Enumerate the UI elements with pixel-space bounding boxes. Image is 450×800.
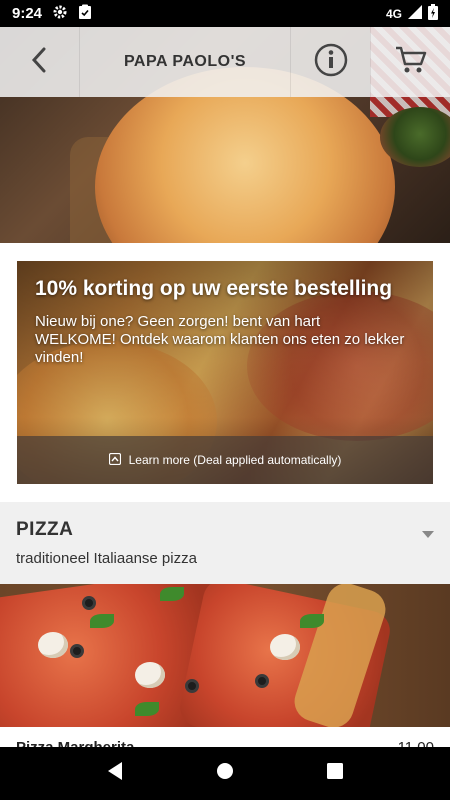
circle-home-icon (216, 762, 234, 785)
learn-more-label: Learn more (Deal applied automatically) (128, 453, 342, 467)
signal-icon (408, 5, 422, 22)
status-bar: 9:24 4G (0, 0, 450, 27)
promo-card[interactable]: 10% korting op uw eerste bestelling Nieu… (17, 261, 433, 484)
category-title: PIZZA (16, 519, 74, 540)
nav-home-button[interactable] (205, 754, 245, 794)
cart-icon (395, 45, 427, 80)
category-image (0, 584, 450, 727)
menu-item-price: 11,00 (398, 739, 434, 747)
promo-title: 10% korting op uw eerste bestelling (35, 277, 393, 300)
menu-item-name: Pizza Margherita (16, 739, 134, 747)
status-time: 9:24 (12, 5, 43, 22)
battery-charging-icon (428, 4, 438, 23)
nav-back-button[interactable] (95, 754, 135, 794)
restaurant-hero-image: PAPA PAOLO'S (0, 27, 450, 243)
settings-gear-icon (52, 4, 68, 24)
back-arrow-icon (30, 47, 50, 78)
triangle-back-icon (106, 761, 124, 786)
nav-recents-button[interactable] (315, 754, 355, 794)
back-button[interactable] (0, 27, 80, 97)
menu-item-row[interactable]: Pizza Margherita 11,00 (0, 727, 450, 747)
system-nav-bar (0, 747, 450, 800)
top-toolbar: PAPA PAOLO'S (0, 27, 450, 97)
network-type-label: 4G (385, 6, 402, 21)
info-button[interactable] (290, 27, 370, 97)
learn-more-button[interactable]: Learn more (Deal applied automatically) (17, 436, 433, 484)
square-recents-icon (327, 763, 343, 784)
cart-button[interactable] (370, 27, 450, 97)
category-header-pizza[interactable]: PIZZA traditioneel Italiaanse pizza (0, 502, 450, 584)
chevron-down-icon[interactable] (422, 526, 434, 544)
info-icon (314, 43, 348, 82)
category-subtitle: traditioneel Italiaanse pizza (16, 550, 197, 567)
restaurant-title: PAPA PAOLO'S (123, 53, 247, 70)
clipboard-check-icon (78, 4, 92, 24)
expand-icon (108, 452, 121, 468)
promo-description: Nieuw bij one? Geen zorgen! bent van har… (35, 313, 405, 366)
